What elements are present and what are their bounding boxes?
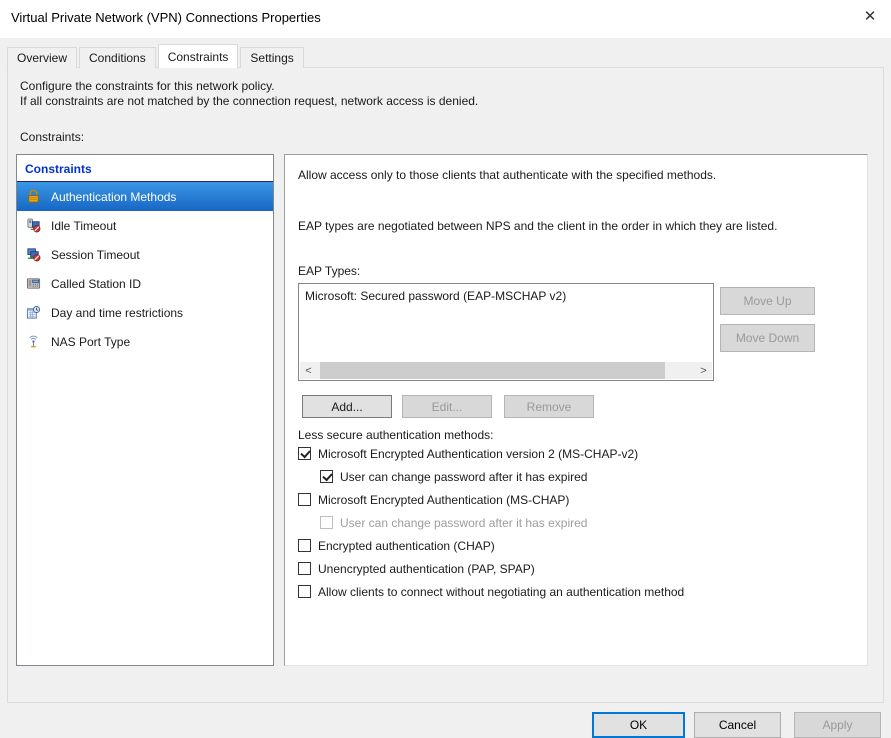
list-item-label: Session Timeout (51, 247, 140, 262)
tab-overview[interactable]: Overview (7, 47, 78, 68)
horizontal-scrollbar[interactable]: < > (300, 362, 712, 379)
checkbox-row-no-negotiation: Allow clients to connect without negotia… (298, 583, 684, 600)
ok-button[interactable]: OK (592, 712, 685, 738)
scrollbar-thumb[interactable] (320, 362, 665, 379)
checkbox-label: Allow clients to connect without negotia… (318, 584, 685, 599)
constraints-tab-page: Configure the constraints for this netwo… (7, 67, 884, 703)
list-item-day-time-restrictions[interactable]: Day and time restrictions (17, 298, 273, 327)
checkbox-row-mschap-v2-pwchange: User can change password after it has ex… (320, 468, 684, 485)
list-item-session-timeout[interactable]: Session Timeout (17, 240, 273, 269)
edit-button[interactable]: Edit... (402, 395, 492, 418)
tab-conditions[interactable]: Conditions (79, 47, 156, 68)
less-secure-label: Less secure authentication methods: (298, 428, 494, 442)
checkbox-label: Encrypted authentication (CHAP) (318, 538, 495, 553)
list-item-authentication-methods[interactable]: Authentication Methods (17, 182, 273, 211)
list-item-label: NAS Port Type (51, 334, 131, 349)
eap-negotiation-text: EAP types are negotiated between NPS and… (298, 219, 778, 233)
eap-type-item[interactable]: Microsoft: Secured password (EAP-MSCHAP … (299, 284, 713, 308)
pap-spap-checkbox[interactable] (298, 562, 311, 575)
close-icon[interactable]: ✕ (857, 4, 883, 28)
checkbox-label: Microsoft Encrypted Authentication (MS-C… (318, 492, 570, 507)
mschap-v2-password-change-checkbox[interactable] (320, 470, 333, 483)
nas-port-type-icon (24, 333, 42, 350)
constraints-list-header: Constraints (17, 155, 273, 182)
eap-types-listbox[interactable]: Microsoft: Secured password (EAP-MSCHAP … (298, 283, 714, 381)
checkbox-row-chap: Encrypted authentication (CHAP) (298, 537, 684, 554)
constraints-list: Constraints Authentication Methods Idle … (16, 154, 274, 666)
lock-icon (24, 188, 42, 205)
checkbox-row-mschap-v2: Microsoft Encrypted Authentication versi… (298, 445, 684, 462)
called-station-id-icon (24, 275, 42, 292)
titlebar: Virtual Private Network (VPN) Connection… (0, 0, 891, 38)
day-time-restrictions-icon (24, 304, 42, 321)
list-item-label: Idle Timeout (51, 218, 117, 233)
tab-strip: Overview Conditions Constraints Settings (7, 44, 306, 68)
list-item-label: Day and time restrictions (51, 305, 184, 320)
scrollbar-track[interactable] (317, 362, 695, 379)
list-item-nas-port-type[interactable]: NAS Port Type (17, 327, 273, 356)
intro-line-1: Configure the constraints for this netwo… (20, 79, 275, 93)
eap-types-label: EAP Types: (298, 264, 361, 278)
list-item-label: Authentication Methods (51, 189, 177, 204)
mschap-password-change-checkbox[interactable] (320, 516, 333, 529)
apply-button[interactable]: Apply (794, 712, 881, 738)
auth-method-checkboxes: Microsoft Encrypted Authentication versi… (298, 445, 684, 600)
authentication-methods-panel: Allow access only to those clients that … (284, 154, 868, 666)
intro-text: Configure the constraints for this netwo… (20, 79, 478, 109)
checkbox-label: User can change password after it has ex… (340, 515, 588, 530)
mschap-checkbox[interactable] (298, 493, 311, 506)
checkbox-label: User can change password after it has ex… (340, 469, 588, 484)
add-button[interactable]: Add... (302, 395, 392, 418)
scroll-right-icon[interactable]: > (695, 362, 712, 379)
mschap-v2-checkbox[interactable] (298, 447, 311, 460)
list-item-called-station-id[interactable]: Called Station ID (17, 269, 273, 298)
move-up-button[interactable]: Move Up (720, 287, 815, 315)
tab-settings[interactable]: Settings (240, 47, 304, 68)
checkbox-row-pap-spap: Unencrypted authentication (PAP, SPAP) (298, 560, 684, 577)
idle-timeout-icon (24, 217, 42, 234)
list-item-label: Called Station ID (51, 276, 142, 291)
checkbox-row-mschap-pwchange: User can change password after it has ex… (320, 514, 684, 531)
checkbox-label: Unencrypted authentication (PAP, SPAP) (318, 561, 535, 576)
no-negotiation-checkbox[interactable] (298, 585, 311, 598)
chap-checkbox[interactable] (298, 539, 311, 552)
window-title: Virtual Private Network (VPN) Connection… (11, 10, 321, 25)
list-item-idle-timeout[interactable]: Idle Timeout (17, 211, 273, 240)
cancel-button[interactable]: Cancel (694, 712, 781, 738)
checkbox-label: Microsoft Encrypted Authentication versi… (318, 446, 639, 461)
checkbox-row-mschap: Microsoft Encrypted Authentication (MS-C… (298, 491, 684, 508)
intro-line-2: If all constraints are not matched by th… (20, 94, 479, 108)
session-timeout-icon (24, 246, 42, 263)
constraints-label: Constraints: (20, 130, 85, 144)
move-down-button[interactable]: Move Down (720, 324, 815, 352)
remove-button[interactable]: Remove (504, 395, 594, 418)
panel-description: Allow access only to those clients that … (298, 168, 717, 182)
tab-constraints[interactable]: Constraints (157, 44, 239, 68)
scroll-left-icon[interactable]: < (300, 362, 317, 379)
